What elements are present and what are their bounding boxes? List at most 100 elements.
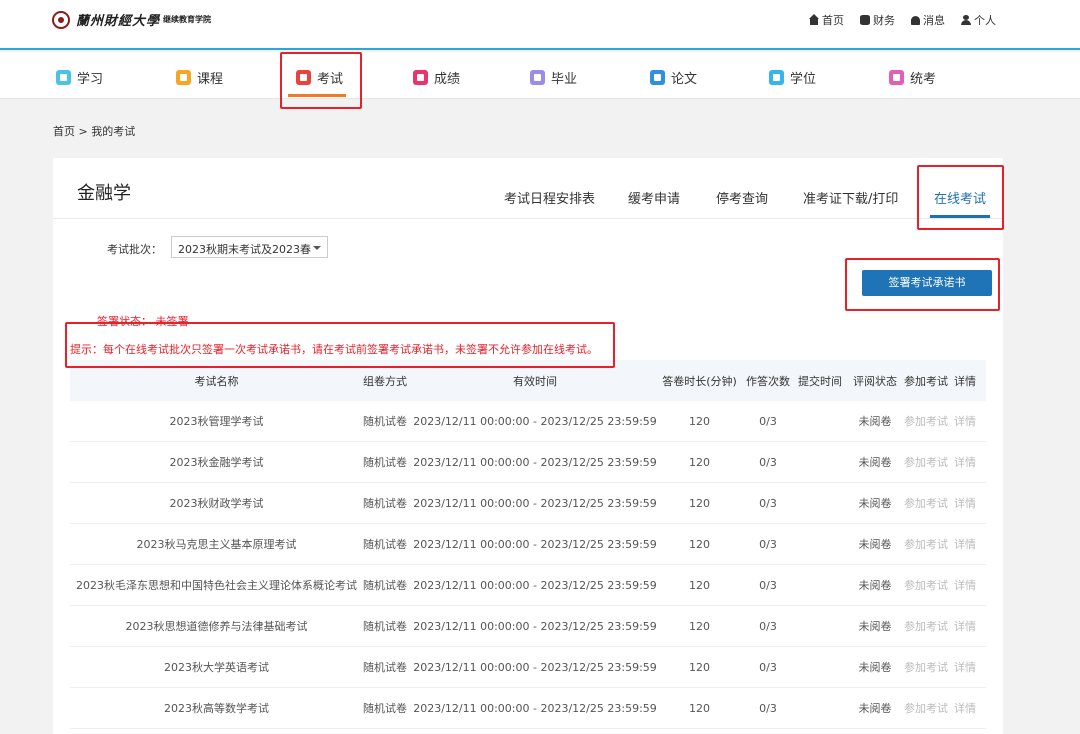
detail-link[interactable]: 详情	[954, 700, 984, 716]
col-header-submit-time: 提交时间	[798, 374, 842, 388]
nav-item-thesis[interactable]: 论文	[650, 68, 697, 87]
cell-attempts: 0/3	[759, 455, 777, 469]
top-link-label: 个人	[974, 14, 996, 27]
cell-review-status: 未阅卷	[858, 415, 892, 428]
university-logo[interactable]: 蘭州財經大學 继续教育学院	[52, 10, 211, 29]
tab-suspension-query[interactable]: 停考查询	[716, 188, 768, 207]
content-card: 金融学 考试日程安排表 缓考申请 停考查询 准考证下载/打印 在线考试 考试批次…	[53, 158, 1003, 734]
top-link-label: 首页	[822, 14, 844, 27]
top-link-label: 消息	[923, 14, 945, 27]
nav-item-degree[interactable]: 学位	[769, 68, 816, 87]
cell-review-status: 未阅卷	[858, 497, 892, 510]
cell-time: 2023/12/11 00:00:00 - 2023/12/25 23:59:5…	[413, 660, 657, 674]
cell-duration: 120	[689, 619, 710, 633]
cell-review-status: 未阅卷	[858, 620, 892, 633]
cell-review-status: 未阅卷	[858, 661, 892, 674]
cell-name: 2023秋财政学考试	[169, 497, 264, 510]
home-icon	[809, 14, 819, 25]
table-row: 2023秋毛泽东思想和中国特色社会主义理论体系概论考试 随机试卷 2023/12/1…	[70, 565, 986, 606]
detail-link[interactable]: 详情	[954, 577, 984, 593]
nav-item-unified-exam[interactable]: 统考	[889, 68, 936, 87]
top-link-label: 财务	[873, 14, 895, 27]
cell-time: 2023/12/11 00:00:00 - 2023/12/25 23:59:5…	[413, 578, 657, 592]
nav-item-label: 论文	[671, 72, 698, 87]
tab-admission-ticket[interactable]: 准考证下载/打印	[803, 188, 898, 207]
cell-name: 2023秋马克思主义基本原理考试	[136, 538, 297, 551]
degree-icon	[769, 70, 784, 85]
cell-attempts: 0/3	[759, 660, 777, 674]
join-exam-link[interactable]: 参加考试	[904, 454, 954, 470]
cell-attempts: 0/3	[759, 537, 777, 551]
cell-attempts: 0/3	[759, 619, 777, 633]
join-exam-link[interactable]: 参加考试	[904, 659, 954, 675]
detail-link[interactable]: 详情	[954, 618, 984, 634]
nav-item-study[interactable]: 学习	[56, 68, 103, 87]
detail-link[interactable]: 详情	[954, 454, 984, 470]
nav-item-label: 学习	[77, 72, 104, 87]
join-exam-link[interactable]: 参加考试	[904, 495, 954, 511]
study-icon	[56, 70, 71, 85]
col-header-join: 参加考试	[904, 374, 948, 388]
cell-review-status: 未阅卷	[858, 702, 892, 715]
join-exam-link[interactable]: 参加考试	[904, 536, 954, 552]
nav-item-label: 毕业	[551, 72, 578, 87]
cell-time: 2023/12/11 00:00:00 - 2023/12/25 23:59:5…	[413, 701, 657, 715]
col-header-duration: 答卷时长(分钟)	[662, 374, 737, 388]
top-link-finance[interactable]: 财务	[860, 12, 895, 28]
highlight-box-tip	[65, 322, 615, 368]
top-link-messages[interactable]: 消息	[911, 12, 945, 28]
unified-exam-icon	[889, 70, 904, 85]
table-row: 2023秋高等数学考试 随机试卷 2023/12/11 00:00:00 - 202…	[70, 688, 986, 729]
join-exam-link[interactable]: 参加考试	[904, 618, 954, 634]
col-header-name: 考试名称	[194, 374, 239, 388]
nav-item-label: 课程	[197, 72, 224, 87]
cell-method: 随机试卷	[363, 456, 407, 469]
cell-name: 2023秋高等数学考试	[164, 702, 269, 715]
cell-time: 2023/12/11 00:00:00 - 2023/12/25 23:59:5…	[413, 537, 657, 551]
cell-method: 随机试卷	[363, 538, 407, 551]
tab-deferral[interactable]: 缓考申请	[628, 188, 680, 207]
cell-attempts: 0/3	[759, 496, 777, 510]
cell-duration: 120	[689, 578, 710, 592]
cell-method: 随机试卷	[363, 620, 407, 633]
nav-item-course[interactable]: 课程	[176, 68, 223, 87]
cell-duration: 120	[689, 414, 710, 428]
bell-icon	[911, 15, 920, 25]
batch-select[interactable]: 2023秋期末考试及2023春	[171, 236, 328, 258]
detail-link[interactable]: 详情	[954, 659, 984, 675]
join-exam-link[interactable]: 参加考试	[904, 413, 954, 429]
detail-link[interactable]: 详情	[954, 413, 984, 429]
top-link-home[interactable]: 首页	[809, 12, 844, 28]
nav-item-graduation[interactable]: 毕业	[530, 68, 577, 87]
nav-item-label: 统考	[910, 72, 937, 87]
main-nav: 学习 课程 考试 成绩 毕业 论文 学位 统考	[0, 52, 1080, 99]
cell-attempts: 0/3	[759, 701, 777, 715]
cell-name: 2023秋思想道德修养与法律基础考试	[125, 620, 308, 633]
detail-link[interactable]: 详情	[954, 495, 984, 511]
cell-time: 2023/12/11 00:00:00 - 2023/12/25 23:59:5…	[413, 619, 657, 633]
highlight-box-exam-nav	[280, 52, 362, 109]
table-body: 2023秋管理学考试 随机试卷 2023/12/11 00:00:00 - 2023…	[70, 401, 986, 729]
cell-method: 随机试卷	[363, 661, 407, 674]
cell-attempts: 0/3	[759, 578, 777, 592]
detail-link[interactable]: 详情	[954, 536, 984, 552]
table-row: 2023秋大学英语考试 随机试卷 2023/12/11 00:00:00 - 202…	[70, 647, 986, 688]
join-exam-link[interactable]: 参加考试	[904, 700, 954, 716]
cell-method: 随机试卷	[363, 702, 407, 715]
table-row: 2023秋马克思主义基本原理考试 随机试卷 2023/12/11 00:00:00 …	[70, 524, 986, 565]
logo-subtitle: 继续教育学院	[163, 15, 212, 24]
cell-duration: 120	[689, 660, 710, 674]
nav-item-score[interactable]: 成绩	[413, 68, 460, 87]
top-link-profile[interactable]: 个人	[961, 12, 996, 28]
graduation-icon	[530, 70, 545, 85]
col-header-review-status: 评阅状态	[853, 374, 897, 388]
col-header-attempts: 作答次数	[746, 374, 790, 388]
page-title: 金融学	[77, 183, 131, 204]
score-icon	[413, 70, 428, 85]
col-header-detail: 详情	[954, 374, 976, 388]
top-bar: 蘭州財經大學 继续教育学院 首页 财务 消息 个人	[0, 0, 1080, 50]
tab-exam-schedule[interactable]: 考试日程安排表	[504, 188, 595, 207]
cell-method: 随机试卷	[363, 579, 407, 592]
join-exam-link[interactable]: 参加考试	[904, 577, 954, 593]
col-header-time: 有效时间	[513, 374, 557, 388]
